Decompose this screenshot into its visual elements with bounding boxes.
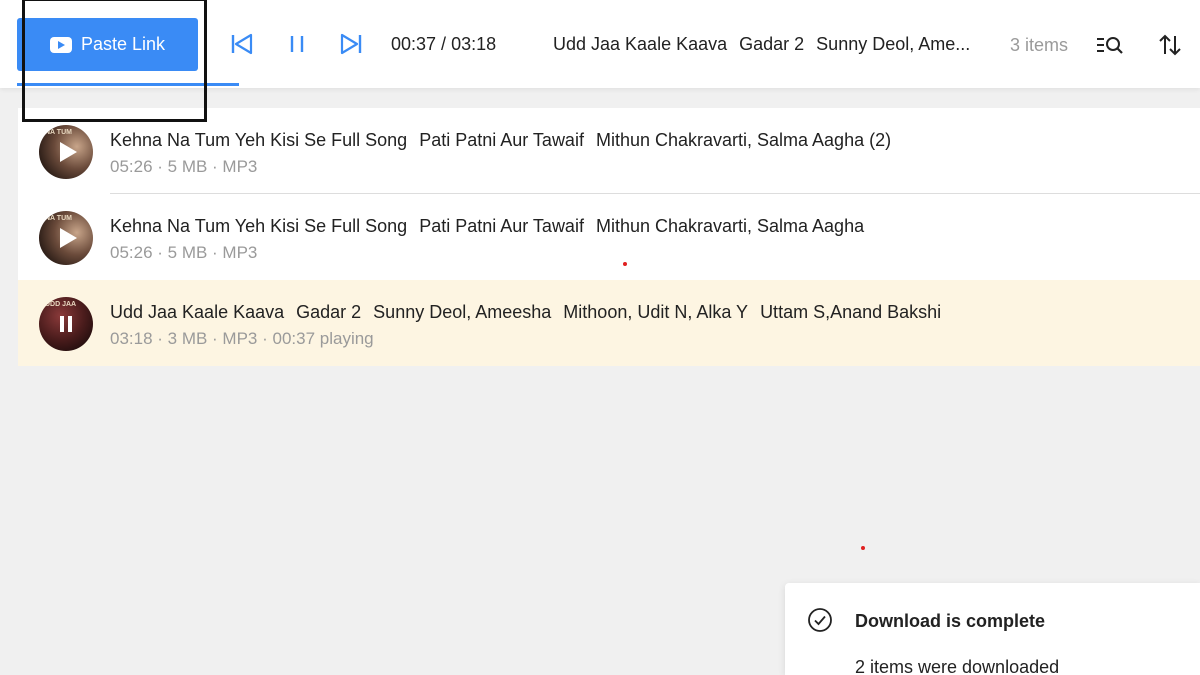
pause-icon (59, 316, 73, 332)
track-title-line: Kehna Na Tum Yeh Kisi Se Full Song Pati P… (110, 130, 903, 151)
thumbnail-art: NA TUM (45, 215, 72, 222)
play-icon (60, 228, 77, 248)
track-album: Gadar 2 (296, 302, 362, 322)
paste-link-button[interactable]: Paste Link (17, 18, 198, 71)
track-meta: 05:26 · 5 MB · MP3 (110, 243, 258, 262)
marker-dot (623, 262, 627, 266)
active-tab-indicator (17, 83, 239, 86)
paste-link-label: Paste Link (80, 34, 166, 54)
track-meta: 05:26 · 5 MB · MP3 (110, 157, 258, 176)
track-thumbnail[interactable]: UDD JAA (39, 297, 93, 351)
track-title-line: Udd Jaa Kaale Kaava Gadar 2 Sunny Deol, Am… (110, 302, 953, 323)
time-current: 00:37 (391, 34, 437, 54)
playback-time: 00:37 / 03:18 (391, 34, 496, 55)
track-artists: Mithun Chakravarti, Salma Aagha (2) (595, 130, 892, 150)
marker-dot (861, 546, 865, 550)
track-album: Pati Patni Aur Tawaif (419, 216, 584, 236)
time-total: 03:18 (451, 34, 497, 54)
thumbnail-art: NA TUM (45, 129, 72, 136)
thumbnail-art: UDD JAA (45, 301, 77, 308)
now-playing-album: Gadar 2 (739, 34, 805, 54)
track-artists: Mithun Chakravarti, Salma Aagha (595, 216, 865, 236)
play-icon (60, 142, 77, 162)
now-playing-info: Udd Jaa Kaale Kaava Gadar 2 Sunny Deol, Am… (553, 34, 983, 55)
track-list: NA TUM Kehna Na Tum Yeh Kisi Se Full Son… (18, 108, 1200, 366)
track-thumbnail[interactable]: NA TUM (39, 211, 93, 265)
pause-button[interactable] (284, 30, 310, 58)
youtube-icon (49, 36, 72, 53)
track-title: Udd Jaa Kaale Kaava (110, 302, 285, 322)
now-playing-artists: Sunny Deol, Ame... (816, 34, 971, 54)
top-toolbar: Paste Link 00:37 / 03:18 Udd Jaa Kaale K… (0, 0, 1200, 88)
track-lyricists: Uttam S,Anand Bakshi (760, 302, 942, 322)
previous-track-button[interactable] (229, 30, 255, 58)
track-row-playing[interactable]: UDD JAA Udd Jaa Kaale Kaava Gadar 2 Sunny … (18, 280, 1200, 366)
track-album: Pati Patni Aur Tawaif (419, 130, 584, 150)
skip-next-icon (340, 33, 362, 55)
skip-previous-icon (231, 33, 253, 55)
sort-button[interactable] (1155, 31, 1185, 59)
toast-body: 2 items were downloaded (855, 657, 1060, 675)
track-meta: 03:18 · 3 MB · MP3 · 00:37 playing (110, 329, 374, 348)
track-thumbnail[interactable]: NA TUM (39, 125, 93, 179)
check-circle-icon (808, 608, 832, 632)
next-track-button[interactable] (338, 30, 364, 58)
time-separator: / (436, 34, 452, 54)
track-composers: Mithoon, Udit N, Alka Y (563, 302, 749, 322)
track-row[interactable]: NA TUM Kehna Na Tum Yeh Kisi Se Full Son… (18, 194, 1200, 280)
track-title-line: Kehna Na Tum Yeh Kisi Se Full Song Pati P… (110, 216, 876, 237)
toast-title: Download is complete (855, 611, 1046, 631)
track-artists: Sunny Deol, Ameesha (373, 302, 552, 322)
track-title: Kehna Na Tum Yeh Kisi Se Full Song (110, 216, 408, 236)
search-list-icon (1097, 37, 1123, 54)
sort-icon (1159, 34, 1181, 56)
track-row[interactable]: NA TUM Kehna Na Tum Yeh Kisi Se Full Son… (18, 108, 1200, 194)
search-list-button[interactable] (1095, 31, 1125, 59)
item-count: 3 items (1010, 35, 1069, 55)
download-complete-toast[interactable]: Download is complete 2 items were downlo… (785, 583, 1200, 675)
now-playing-title: Udd Jaa Kaale Kaava (553, 34, 728, 54)
pause-icon (290, 36, 304, 52)
track-title: Kehna Na Tum Yeh Kisi Se Full Song (110, 130, 408, 150)
